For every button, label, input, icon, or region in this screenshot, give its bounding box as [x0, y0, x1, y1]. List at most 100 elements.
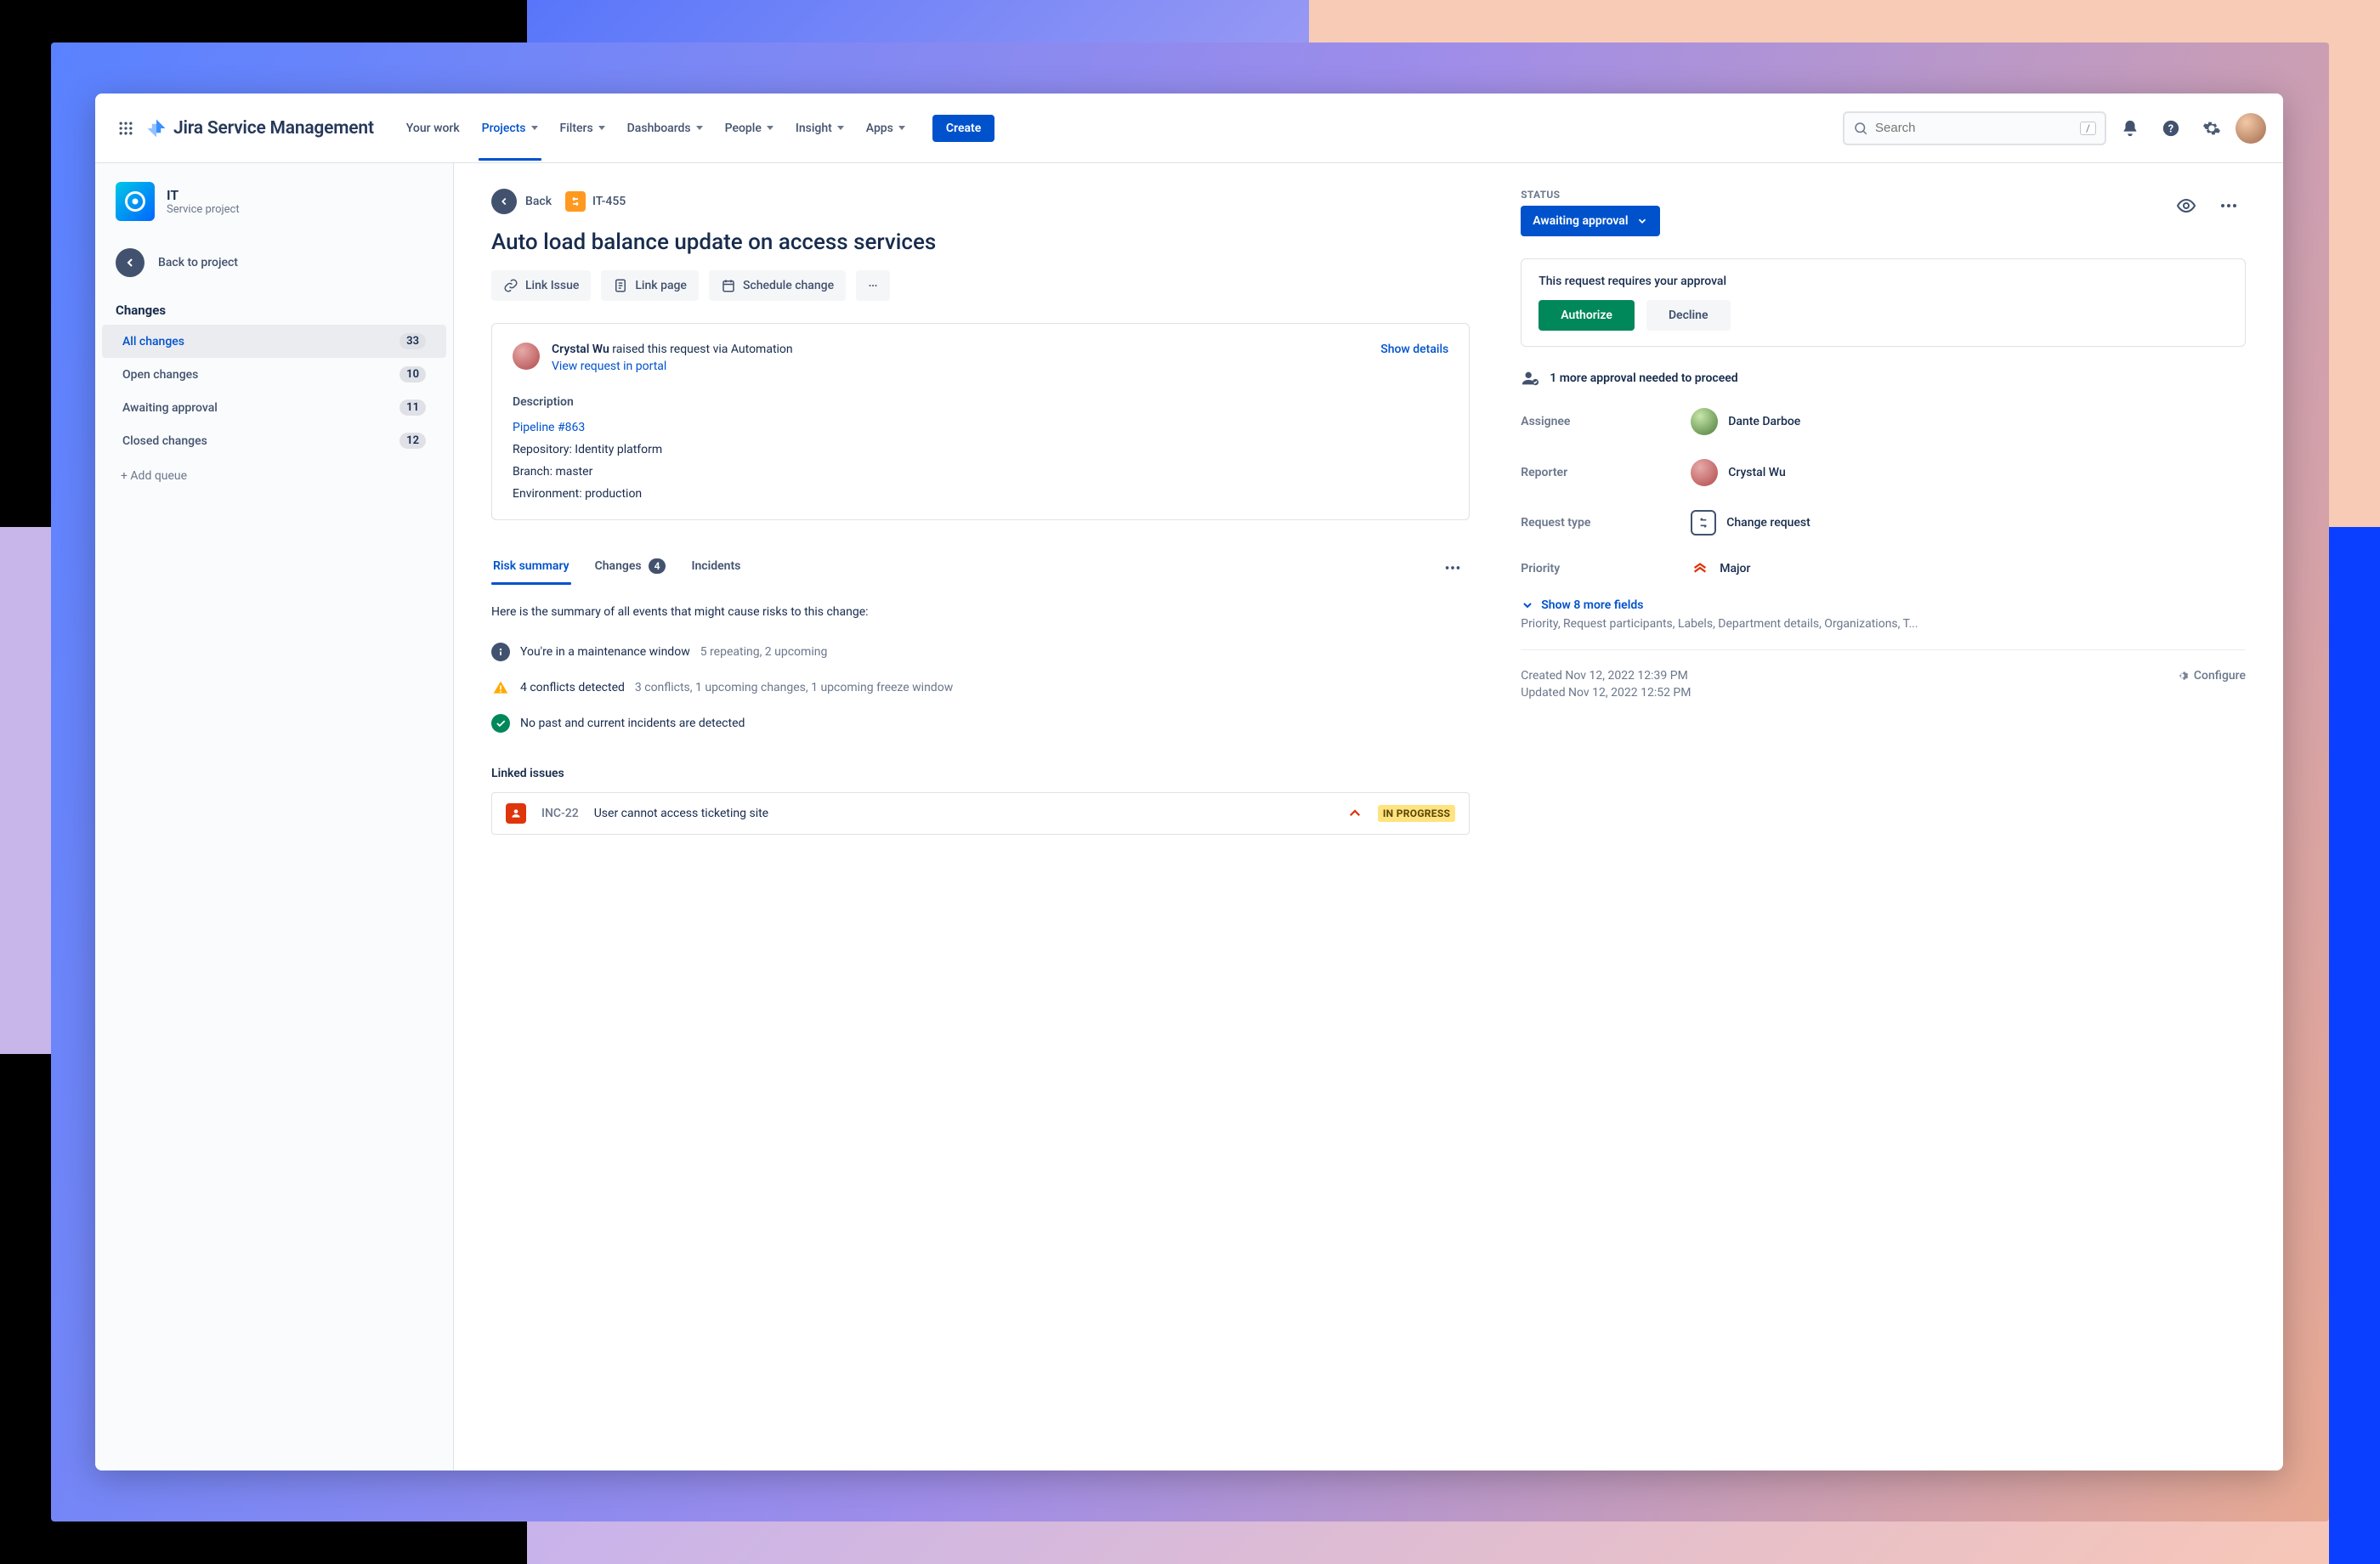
link-icon	[503, 278, 518, 293]
nav-people[interactable]: People	[717, 115, 782, 142]
pipeline-link[interactable]: Pipeline #863	[513, 421, 1448, 434]
breadcrumb: Back IT-455	[491, 189, 1470, 214]
search-field[interactable]: /	[1843, 111, 2106, 145]
approvals-needed: 1 more approval needed to proceed	[1521, 369, 2246, 388]
issue-actions: Link Issue Link page Schedule change	[491, 270, 1470, 301]
breadcrumb-back[interactable]: Back	[491, 189, 552, 214]
nav-insight[interactable]: Insight	[787, 115, 853, 142]
chevron-down-icon	[1636, 215, 1648, 227]
link-issue-button[interactable]: Link Issue	[491, 270, 591, 301]
create-button[interactable]: Create	[932, 115, 994, 142]
field-assignee[interactable]: Assignee Dante Darboe	[1521, 396, 2246, 447]
issue-view: Back IT-455 Auto load balance update on …	[454, 163, 2283, 1470]
check-icon	[491, 714, 510, 733]
queue-open-changes[interactable]: Open changes 10	[102, 358, 446, 391]
arrow-left-icon	[116, 248, 144, 277]
approval-panel: This request requires your approval Auth…	[1521, 258, 2246, 347]
tab-changes[interactable]: Changes4	[593, 552, 668, 584]
settings-icon[interactable]	[2195, 111, 2229, 145]
primary-nav: Your work Projects Filters Dashboards Pe…	[398, 115, 914, 142]
desc-line: Environment: production	[513, 487, 1448, 501]
priority-major-icon	[1691, 559, 1709, 578]
field-reporter[interactable]: Reporter Crystal Wu	[1521, 447, 2246, 498]
incident-type-icon	[506, 803, 526, 824]
linked-issue-title: User cannot access ticketing site	[594, 807, 1332, 820]
more-issue-actions[interactable]	[856, 270, 890, 301]
project-header: IT Service project	[95, 182, 453, 238]
divider	[1521, 649, 2246, 650]
show-more-subtext: Priority, Request participants, Labels, …	[1521, 617, 2246, 631]
queue-closed-changes[interactable]: Closed changes 12	[102, 424, 446, 457]
product-logo[interactable]: Jira Service Management	[146, 118, 374, 139]
notifications-icon[interactable]	[2113, 111, 2147, 145]
search-icon	[1853, 121, 1868, 136]
configure-link[interactable]: Configure	[2175, 669, 2246, 683]
queue-awaiting-approval[interactable]: Awaiting approval 11	[102, 391, 446, 424]
issue-dates: Created Nov 12, 2022 12:39 PM Updated No…	[1521, 669, 1691, 703]
field-priority[interactable]: Priority Major	[1521, 547, 2246, 590]
product-name: Jira Service Management	[173, 118, 374, 139]
nav-filters[interactable]: Filters	[552, 115, 614, 142]
more-actions-icon[interactable]	[2212, 189, 2246, 223]
tabs-more-icon[interactable]	[1436, 551, 1470, 585]
priority-high-icon	[1347, 806, 1363, 821]
issue-title[interactable]: Auto load balance update on access servi…	[491, 230, 1470, 255]
project-name: IT	[167, 187, 240, 203]
show-more-fields[interactable]: Show 8 more fields	[1521, 598, 2246, 612]
search-input[interactable]	[1875, 121, 2073, 135]
view-in-portal-link[interactable]: View request in portal	[552, 360, 666, 373]
chevron-down-icon	[837, 126, 844, 130]
watch-icon[interactable]	[2169, 189, 2203, 223]
tab-changes-count: 4	[649, 558, 666, 574]
profile-avatar[interactable]	[2236, 113, 2266, 144]
risk-row: No past and current incidents are detect…	[491, 706, 1470, 741]
app-switcher-icon[interactable]	[112, 115, 139, 142]
queue-count: 10	[400, 366, 426, 382]
status-label: STATUS	[1521, 189, 2246, 201]
back-to-project[interactable]: Back to project	[95, 238, 453, 287]
nav-dashboards[interactable]: Dashboards	[619, 115, 711, 142]
app-window: Jira Service Management Your work Projec…	[95, 94, 2283, 1470]
linked-issues-heading: Linked issues	[491, 767, 1470, 780]
queue-all-changes[interactable]: All changes 33	[102, 325, 446, 358]
warning-icon	[491, 678, 510, 697]
requester-line: Crystal Wu raised this request via Autom…	[552, 343, 1368, 356]
sidebar: IT Service project Back to project Chang…	[95, 163, 454, 1470]
description-heading: Description	[513, 395, 1448, 409]
tab-incidents[interactable]: Incidents	[689, 552, 742, 583]
queue-count: 11	[400, 400, 426, 416]
change-type-icon	[565, 191, 586, 212]
ellipsis-icon	[868, 278, 878, 293]
queue-count: 12	[400, 433, 426, 449]
person-check-icon	[1521, 369, 1539, 388]
desc-line: Repository: Identity platform	[513, 443, 1448, 456]
show-details-link[interactable]: Show details	[1380, 343, 1448, 356]
assignee-avatar	[1691, 408, 1718, 435]
add-queue-button[interactable]: + Add queue	[95, 457, 453, 495]
desc-line: Branch: master	[513, 465, 1448, 479]
schedule-change-button[interactable]: Schedule change	[709, 270, 846, 301]
link-page-button[interactable]: Link page	[601, 270, 699, 301]
risk-row: You're in a maintenance window 5 repeati…	[491, 634, 1470, 670]
detail-tabs: Risk summary Changes4 Incidents	[491, 551, 1470, 586]
chevron-down-icon	[898, 126, 905, 130]
approval-message: This request requires your approval	[1538, 275, 2228, 288]
nav-apps[interactable]: Apps	[858, 115, 914, 142]
chevron-down-icon	[696, 126, 703, 130]
risk-intro: Here is the summary of all events that m…	[491, 605, 1470, 619]
nav-your-work[interactable]: Your work	[398, 115, 468, 142]
linked-issue-status: IN PROGRESS	[1378, 805, 1455, 822]
info-icon	[491, 643, 510, 661]
decline-button[interactable]: Decline	[1646, 300, 1731, 331]
svg-text:?: ?	[2168, 122, 2173, 135]
linked-issue-key: INC-22	[541, 807, 579, 820]
authorize-button[interactable]: Authorize	[1538, 300, 1635, 331]
issue-key-link[interactable]: IT-455	[565, 191, 626, 212]
help-icon[interactable]: ?	[2154, 111, 2188, 145]
nav-projects[interactable]: Projects	[473, 115, 547, 142]
tab-risk-summary[interactable]: Risk summary	[491, 552, 571, 583]
field-request-type[interactable]: Request type Change request	[1521, 498, 2246, 547]
arrow-left-icon	[491, 189, 517, 214]
status-dropdown[interactable]: Awaiting approval	[1521, 206, 1660, 236]
linked-issue-card[interactable]: INC-22 User cannot access ticketing site…	[491, 792, 1470, 835]
